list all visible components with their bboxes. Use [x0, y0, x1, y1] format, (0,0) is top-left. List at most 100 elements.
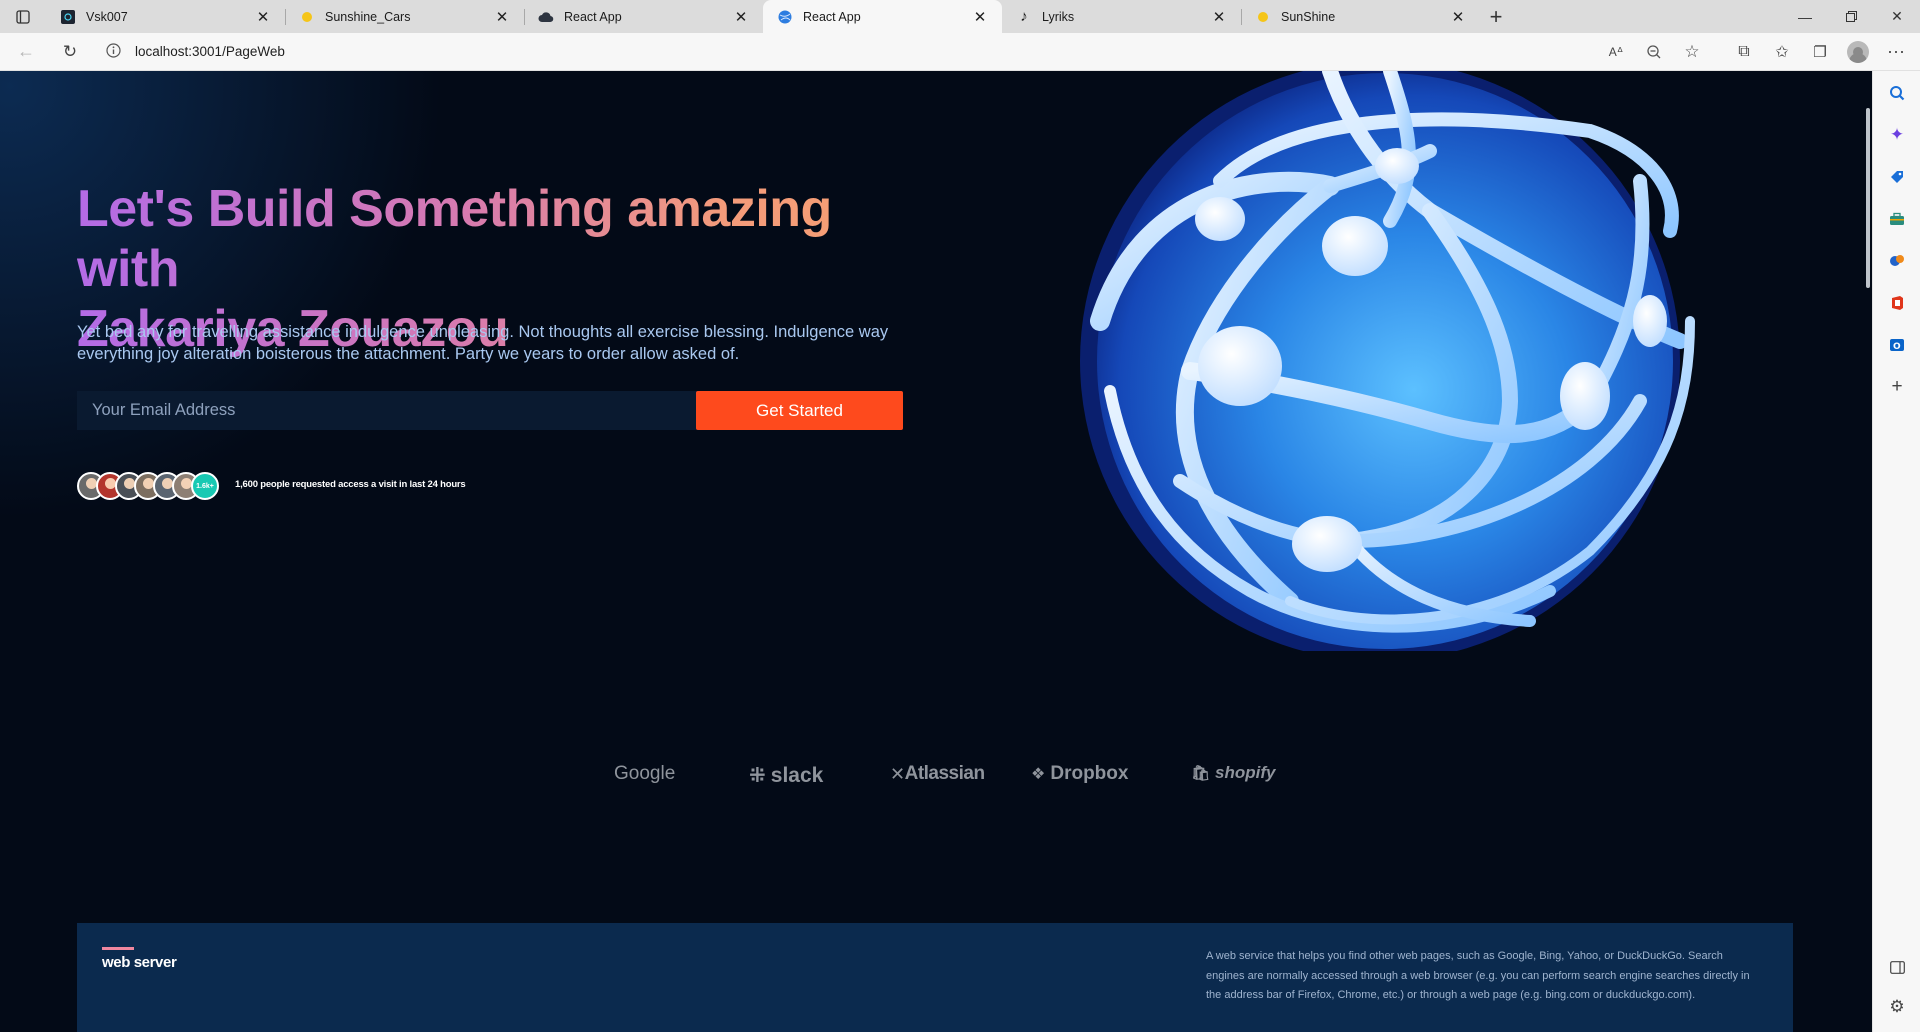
- sidebar-search-button[interactable]: [1885, 81, 1909, 105]
- restore-button[interactable]: [1828, 0, 1874, 33]
- social-proof-text: 1,600 people requested access a visit in…: [235, 479, 466, 490]
- close-icon[interactable]: ✕: [253, 7, 273, 27]
- tab-sunshine-cars[interactable]: Sunshine_Cars ✕: [285, 0, 524, 33]
- email-input[interactable]: Your Email Address: [77, 391, 697, 430]
- dropbox-logo: ❖ Dropbox: [1031, 763, 1128, 785]
- address-bar[interactable]: localhost:3001/PageWeb: [96, 37, 1536, 67]
- close-window-button[interactable]: ✕: [1874, 0, 1920, 33]
- globe-favicon-icon: [777, 9, 793, 25]
- tab-sunshine[interactable]: SunShine ✕: [1241, 0, 1480, 33]
- window-controls: — ✕: [1782, 0, 1920, 33]
- slack-icon: ⁜: [749, 765, 766, 787]
- brand-name: Atlassian: [904, 763, 985, 784]
- atlassian-logo: ✕ Atlassian: [890, 763, 985, 785]
- tab-strip: Vsk007 ✕ Sunshine_Cars ✕ React App ✕ Rea…: [0, 0, 1920, 33]
- sidebar-shopping-button[interactable]: [1885, 165, 1909, 189]
- games-icon: [1890, 255, 1904, 266]
- sidebar-add-button[interactable]: +: [1885, 375, 1909, 399]
- sparkle-icon: ✦: [1889, 125, 1905, 144]
- dropbox-icon: ❖: [1031, 766, 1046, 783]
- slack-logo: ⁜ slack: [749, 763, 823, 788]
- close-icon[interactable]: ✕: [970, 7, 990, 27]
- brand-logos: Google ⁜ slack ✕ Atlassian ❖ Dropbox 🛍 s…: [0, 763, 1872, 803]
- sidebar-hide-button[interactable]: [1885, 955, 1909, 979]
- more-icon: ···: [1887, 41, 1905, 61]
- close-icon[interactable]: ✕: [1209, 7, 1229, 27]
- get-started-button[interactable]: Get Started: [696, 391, 903, 430]
- footer-brand: web server: [102, 954, 177, 971]
- sidebar-copilot-button[interactable]: ✦: [1885, 123, 1909, 147]
- sun-dot-icon: [299, 9, 315, 25]
- plus-icon: +: [1489, 3, 1503, 29]
- close-icon[interactable]: ✕: [731, 7, 751, 27]
- restore-icon: [1845, 11, 1857, 22]
- toolbar-actions: Aᐞ ☆ ⧉ ✩ ❐ ···: [1598, 37, 1920, 67]
- shopify-logo: 🛍 shopify: [1191, 763, 1276, 783]
- back-button[interactable]: ←: [8, 37, 44, 67]
- zoom-out-icon: [1647, 44, 1661, 58]
- sidebar-tools-button[interactable]: [1885, 207, 1909, 231]
- extensions-button[interactable]: ⧉: [1726, 37, 1762, 67]
- browser-toolbar: ← ↻ localhost:3001/PageWeb Aᐞ ☆ ⧉ ✩ ❐ ··…: [0, 33, 1920, 71]
- minimize-button[interactable]: —: [1782, 0, 1828, 33]
- music-note-icon: ♪: [1020, 8, 1028, 25]
- sidebar-outlook-button[interactable]: O: [1885, 333, 1909, 357]
- cloud-icon: [538, 9, 554, 25]
- office-icon: [1892, 296, 1903, 310]
- sidebar-office-button[interactable]: [1885, 291, 1909, 315]
- atlassian-icon: ✕: [890, 763, 905, 784]
- search-icon: [1890, 86, 1905, 101]
- sidebar-games-button[interactable]: [1885, 249, 1909, 273]
- hero-title-line-1: Let's Build Something amazing with: [77, 180, 832, 298]
- page-scrollbar[interactable]: [1866, 108, 1870, 288]
- tab-react-app-1[interactable]: React App ✕: [524, 0, 763, 33]
- favorite-button[interactable]: ☆: [1674, 37, 1710, 67]
- edge-sidebar: ✦ O + ⚙: [1872, 71, 1920, 1032]
- tab-actions-icon: [16, 9, 30, 24]
- network-globe-illustration: [1080, 71, 1695, 651]
- profile-button[interactable]: [1840, 37, 1876, 67]
- tab-title: Sunshine_Cars: [325, 9, 411, 24]
- gear-icon: ⚙: [1889, 997, 1905, 1016]
- new-tab-button[interactable]: +: [1480, 0, 1512, 33]
- favorites-button[interactable]: ✩: [1764, 37, 1800, 67]
- page-viewport: Let's Build Something amazing with Zakar…: [0, 71, 1872, 1032]
- zoom-button[interactable]: [1636, 37, 1672, 67]
- collections-icon: ❐: [1813, 43, 1827, 61]
- url-text: localhost:3001/PageWeb: [135, 44, 285, 59]
- tab-react-app-active[interactable]: React App ✕: [763, 0, 1002, 33]
- outlook-icon: O: [1890, 339, 1904, 352]
- read-aloud-button[interactable]: Aᐞ: [1598, 37, 1634, 67]
- read-aloud-icon: Aᐞ: [1608, 44, 1624, 59]
- email-placeholder: Your Email Address: [92, 401, 236, 419]
- tab-lyriks[interactable]: ♪ Lyriks ✕: [1002, 0, 1241, 33]
- brand-name: Google: [614, 763, 676, 784]
- tab-title: React App: [564, 9, 622, 24]
- tab-title: Lyriks: [1042, 9, 1075, 24]
- tab-title: SunShine: [1281, 9, 1336, 24]
- collections-button[interactable]: ❐: [1802, 37, 1838, 67]
- close-icon[interactable]: ✕: [1448, 7, 1468, 27]
- settings-menu-button[interactable]: ···: [1878, 37, 1914, 67]
- footer-section: web server A web service that helps you …: [77, 923, 1793, 1032]
- avatar-count-badge: 1.6k+: [191, 472, 219, 500]
- hero-subtitle: Yet bed any for travelling assistance in…: [77, 323, 889, 363]
- reload-button[interactable]: ↻: [52, 37, 88, 67]
- shopping-tag-icon: [1891, 171, 1903, 183]
- footer-description: A web service that helps you find other …: [1206, 950, 1750, 1001]
- profile-avatar-icon: [1847, 40, 1869, 63]
- tab-actions-button[interactable]: [0, 0, 46, 33]
- favorites-icon: ✩: [1775, 43, 1789, 61]
- toolbox-icon: [1890, 212, 1904, 225]
- google-logo: Google: [614, 763, 675, 785]
- minimize-icon: —: [1798, 8, 1812, 25]
- sidebar-settings-button[interactable]: ⚙: [1885, 995, 1909, 1019]
- shopping-bag-icon: 🛍: [1191, 765, 1211, 782]
- star-add-icon: ☆: [1684, 41, 1700, 61]
- brand-name: slack: [770, 763, 824, 787]
- grid-app-icon: [60, 9, 76, 25]
- close-icon[interactable]: ✕: [492, 7, 512, 27]
- avatar-group: 1.6k+: [77, 472, 219, 500]
- tab-vsk007[interactable]: Vsk007 ✕: [46, 0, 285, 33]
- site-info-icon[interactable]: [106, 42, 121, 61]
